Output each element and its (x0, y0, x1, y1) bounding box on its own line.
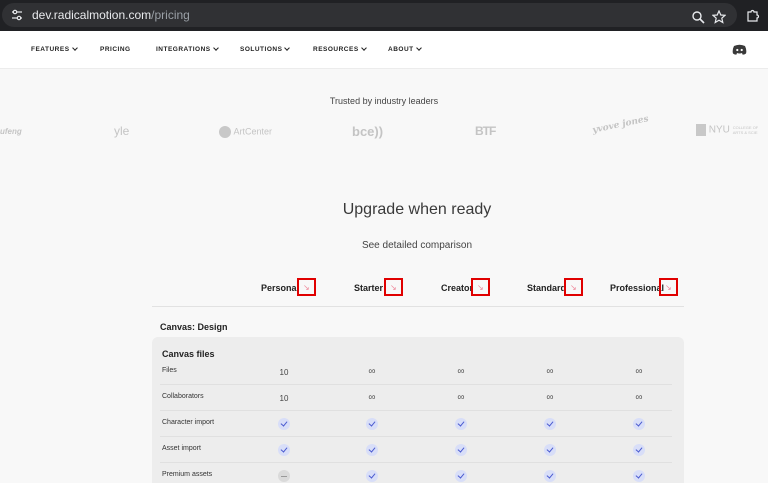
bookmark-star-icon[interactable] (712, 10, 726, 24)
row-divider (160, 462, 672, 463)
nav-resources[interactable]: RESOURCES (313, 45, 367, 53)
site-nav: FEATURES PRICING INTEGRATIONS SOLUTIONS … (0, 31, 768, 69)
artcenter-mark-icon (219, 126, 231, 138)
detailed-comparison-link[interactable]: See detailed comparison (0, 240, 768, 251)
unlimited-value: ∞ (368, 366, 376, 377)
plan-creator: Creator (441, 283, 474, 293)
group-title: Canvas files (162, 349, 215, 359)
check-icon (633, 444, 645, 456)
nav-label: FEATURES (31, 46, 70, 53)
row-label: Character import (162, 419, 215, 426)
nav-label: SOLUTIONS (240, 46, 283, 53)
pricing-headline: Upgrade when ready (342, 201, 492, 218)
logo-bce: bce)) (352, 124, 384, 139)
check-icon (366, 418, 378, 430)
unlimited-value: ∞ (457, 392, 465, 403)
unlimited-value: ∞ (546, 392, 554, 403)
url-path: /pricing (151, 8, 190, 22)
divider (152, 306, 684, 307)
check-icon (544, 418, 556, 430)
check-icon (544, 470, 556, 482)
plan-personal: Personal (261, 283, 300, 293)
check-icon (455, 470, 467, 482)
logo-nyu: NYU COLLEGE OF ARTS & SCIE (696, 124, 759, 136)
chevron-down-icon (284, 45, 291, 51)
unlimited-value: ∞ (635, 392, 643, 403)
extensions-icon[interactable] (746, 8, 760, 22)
chevron-down-icon (360, 45, 367, 51)
row-divider (160, 410, 672, 411)
logo-ufeng: ufeng (0, 127, 22, 136)
row-label: Premium assets (162, 471, 213, 478)
plan-starter-toggle[interactable]: ↘ (384, 278, 403, 296)
url-text[interactable]: dev.radicalmotion.com/pricing (32, 8, 190, 22)
cell-value: 10 (279, 394, 289, 403)
logo-artcenter: ArtCenter (219, 126, 272, 138)
check-icon (455, 444, 467, 456)
logo-btf: BTF (475, 124, 496, 138)
zoom-icon[interactable] (691, 10, 705, 24)
arrow-icon: ↘ (570, 283, 577, 292)
check-icon (544, 444, 556, 456)
nav-label: INTEGRATIONS (156, 46, 211, 53)
check-icon (366, 444, 378, 456)
logo-artcenter-text: ArtCenter (233, 126, 273, 137)
nav-solutions[interactable]: SOLUTIONS (240, 45, 291, 53)
nav-integrations[interactable]: INTEGRATIONS (156, 45, 219, 53)
address-bar[interactable]: dev.radicalmotion.com/pricing (2, 3, 737, 27)
discord-icon[interactable] (732, 44, 747, 55)
nav-about[interactable]: ABOUT (388, 45, 422, 53)
check-icon (455, 418, 467, 430)
arrow-icon: ↘ (303, 283, 310, 292)
unlimited-value: ∞ (457, 366, 465, 377)
url-host: dev.radicalmotion.com (32, 8, 152, 22)
chevron-down-icon (71, 45, 78, 51)
plan-professional-toggle[interactable]: ↘ (659, 278, 678, 296)
nyu-torch-icon (696, 124, 706, 136)
row-label: Files (162, 367, 177, 374)
chevron-down-icon (415, 45, 422, 51)
check-icon (278, 418, 290, 430)
plan-starter: Starter (354, 283, 384, 293)
nav-features[interactable]: FEATURES (31, 45, 78, 53)
row-divider (160, 436, 672, 437)
check-icon (366, 470, 378, 482)
plan-standard-toggle[interactable]: ↘ (564, 278, 583, 296)
check-icon (278, 444, 290, 456)
check-icon (633, 418, 645, 430)
row-label: Asset import (162, 445, 201, 452)
plan-creator-toggle[interactable]: ↘ (471, 278, 490, 296)
arrow-icon: ↘ (665, 283, 672, 292)
check-icon (633, 470, 645, 482)
trusted-title: Trusted by industry leaders (329, 96, 439, 106)
arrow-icon: ↘ (477, 283, 484, 292)
nav-label: RESOURCES (313, 46, 359, 53)
unlimited-value: ∞ (635, 366, 643, 377)
nav-label: PRICING (100, 46, 131, 53)
unlimited-value: ∞ (546, 366, 554, 377)
plan-professional: Professional (610, 283, 665, 293)
nav-label: ABOUT (388, 46, 414, 53)
site-settings-icon[interactable] (11, 9, 23, 21)
plan-standard: Standard (527, 283, 567, 293)
chevron-down-icon (212, 45, 219, 51)
cell-value: 10 (279, 368, 289, 377)
arrow-icon: ↘ (390, 283, 397, 292)
row-divider (160, 384, 672, 385)
browser-toolbar: dev.radicalmotion.com/pricing (0, 0, 768, 31)
logo-yle: yle (114, 124, 130, 138)
logo-nyu-subtext: COLLEGE OF ARTS & SCIE (732, 125, 759, 135)
nav-pricing[interactable]: PRICING (100, 46, 131, 53)
plan-personal-toggle[interactable]: ↘ (297, 278, 316, 296)
logo-yvove-jones: yvove jones (591, 114, 650, 136)
row-label: Collaborators (162, 393, 204, 400)
logo-nyu-text: NYU (708, 124, 730, 136)
unlimited-value: ∞ (368, 392, 376, 403)
dash-icon (278, 470, 290, 482)
section-title: Canvas: Design (160, 322, 228, 332)
